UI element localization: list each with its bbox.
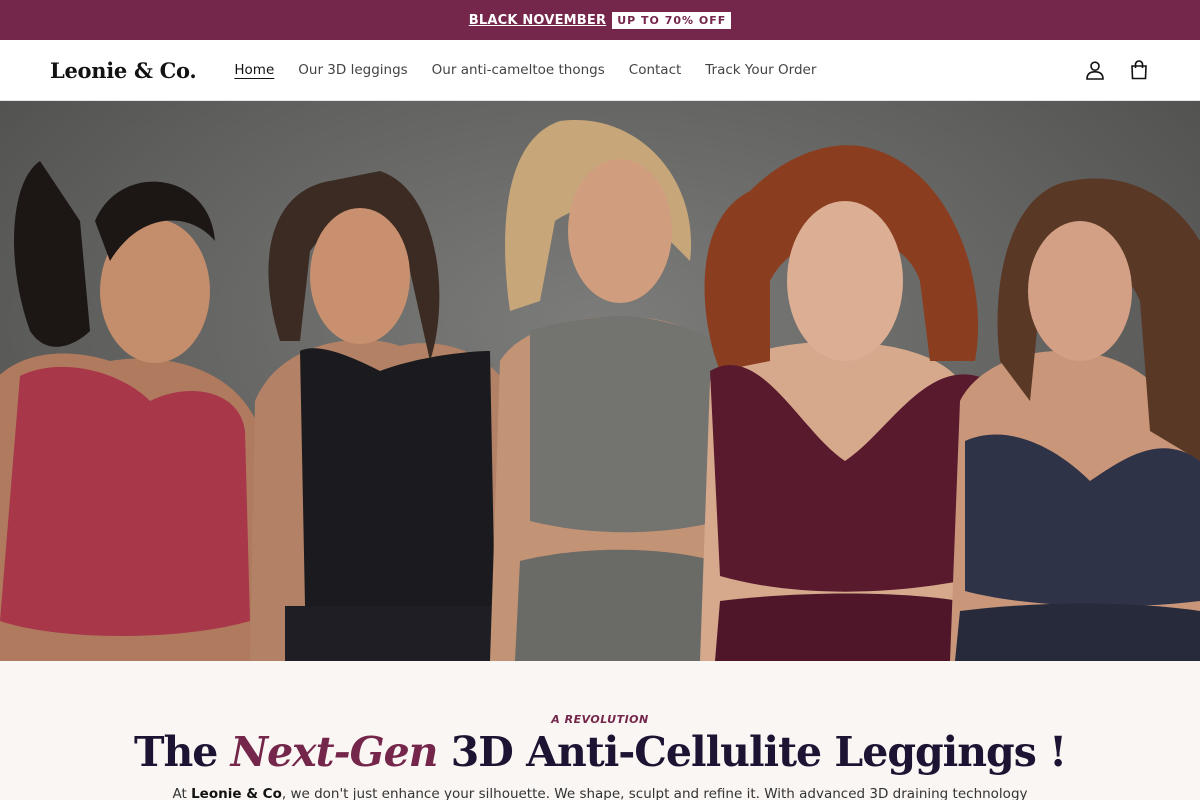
model-4 xyxy=(700,145,990,661)
account-icon[interactable] xyxy=(1084,59,1106,81)
model-2 xyxy=(250,171,520,661)
nav-item-track-order[interactable]: Track Your Order xyxy=(705,62,816,78)
nav-item-3d-leggings[interactable]: Our 3D leggings xyxy=(298,62,407,78)
main-nav: Home Our 3D leggings Our anti-cameltoe t… xyxy=(234,62,840,78)
headline-accent: Next-Gen xyxy=(230,728,439,776)
announcement-badge: UP TO 70% OFF xyxy=(612,11,732,29)
hero-banner xyxy=(0,101,1200,661)
desc-post: , we don't just enhance your silhouette.… xyxy=(281,786,1028,800)
cart-icon[interactable] xyxy=(1128,59,1150,81)
nav-item-contact[interactable]: Contact xyxy=(629,62,682,78)
brand-logo[interactable]: Leonie & Co. xyxy=(50,58,197,83)
headline-pre: The xyxy=(133,728,231,776)
header-icons xyxy=(1084,59,1150,81)
hero-image xyxy=(0,120,1200,661)
announcement-link[interactable]: BLACK NOVEMBER xyxy=(469,13,606,28)
headline-post: 3D Anti-Cellulite Leggings ! xyxy=(437,728,1067,776)
announcement-bar: BLACK NOVEMBER UP TO 70% OFF xyxy=(0,0,1200,40)
model-5 xyxy=(950,178,1200,661)
desc-pre: At xyxy=(172,786,192,800)
page-headline: The Next-Gen 3D Anti-Cellulite Leggings … xyxy=(0,728,1200,776)
site-header: Leonie & Co. Home Our 3D leggings Our an… xyxy=(0,40,1200,101)
intro-section: A REVOLUTION The Next-Gen 3D Anti-Cellul… xyxy=(0,661,1200,800)
desc-brand: Leonie & Co xyxy=(191,786,282,800)
nav-item-anti-cameltoe-thongs[interactable]: Our anti-cameltoe thongs xyxy=(432,62,605,78)
model-3 xyxy=(490,120,720,661)
nav-item-home[interactable]: Home xyxy=(234,62,274,78)
model-1 xyxy=(0,161,270,661)
intro-description: At Leonie & Co, we don't just enhance yo… xyxy=(0,786,1200,800)
eyebrow-text: A REVOLUTION xyxy=(551,713,649,726)
